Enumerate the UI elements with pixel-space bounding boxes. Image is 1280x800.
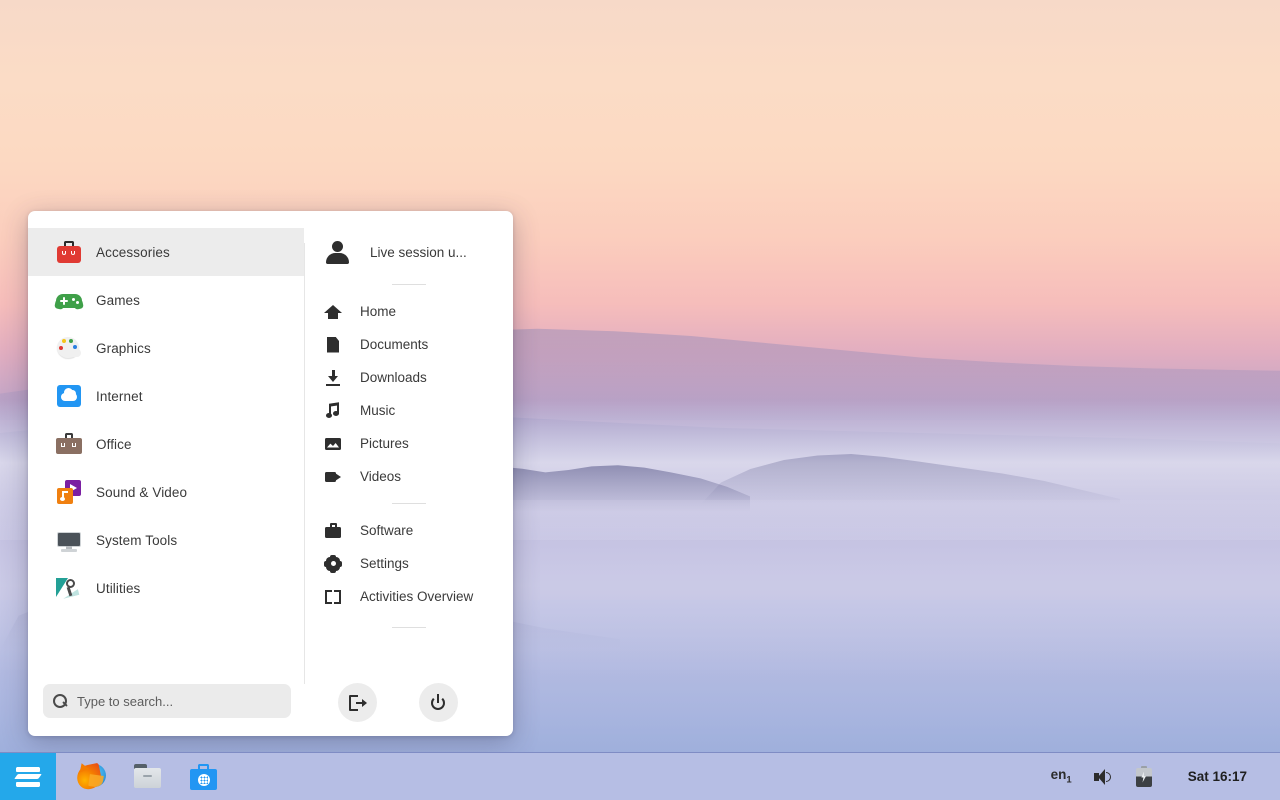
category-item-sound-and-video[interactable]: Sound & Video (28, 468, 304, 516)
system-item-software[interactable]: Software (305, 514, 513, 547)
category-item-internet[interactable]: Internet (28, 372, 304, 420)
zorin-logo-icon (13, 761, 43, 792)
taskbar: en1 Sat 16:17 (0, 752, 1280, 800)
search-placeholder: Type to search... (77, 693, 174, 709)
divider (392, 284, 426, 285)
user-avatar-icon (324, 239, 350, 265)
system-label: Activities Overview (360, 589, 474, 604)
launcher-software[interactable] (176, 753, 232, 800)
place-item-downloads[interactable]: Downloads (305, 361, 513, 394)
category-item-accessories[interactable]: Accessories (28, 228, 304, 276)
system-item-settings[interactable]: Settings (305, 547, 513, 580)
category-label: Internet (96, 388, 143, 404)
category-label: Sound & Video (96, 484, 188, 500)
keyboard-layout-indicator[interactable]: en1 (1040, 753, 1083, 800)
search-input[interactable]: Type to search... (43, 684, 291, 718)
briefcase-icon (56, 431, 82, 457)
category-label: Games (96, 292, 141, 308)
cloud-icon (56, 383, 82, 409)
system-label: Settings (360, 556, 409, 571)
search-icon (53, 693, 68, 709)
system-tray: en1 Sat 16:17 (1040, 753, 1280, 800)
keyboard-layout-label: en1 (1051, 767, 1072, 786)
place-label: Pictures (360, 436, 409, 451)
divider (392, 503, 426, 504)
toolbox-icon (56, 239, 82, 265)
activities-icon (324, 588, 342, 606)
launcher-area (56, 753, 232, 800)
document-icon (324, 336, 342, 354)
category-item-games[interactable]: Games (28, 276, 304, 324)
place-item-music[interactable]: Music (305, 394, 513, 427)
power-icon (430, 693, 448, 712)
user-session-item[interactable]: Live session u... (305, 230, 513, 274)
logout-icon (348, 694, 367, 712)
category-label: Graphics (96, 340, 151, 356)
briefcase-icon (324, 522, 342, 540)
volume-indicator[interactable] (1083, 753, 1125, 800)
place-item-documents[interactable]: Documents (305, 328, 513, 361)
home-icon (324, 303, 342, 321)
media-icon (56, 479, 82, 505)
palette-icon (56, 335, 82, 361)
place-item-videos[interactable]: Videos (305, 460, 513, 493)
zorin-menu-button[interactable] (0, 752, 56, 800)
keyboard-layout-code: en (1050, 767, 1067, 783)
wrench-flag-icon (56, 575, 82, 601)
gear-icon (324, 554, 342, 573)
keyboard-layout-index: 1 (1066, 774, 1072, 786)
place-label: Documents (360, 337, 429, 352)
category-label: Office (96, 436, 132, 452)
category-list: Accessories Games Graphics Internet Offi… (28, 228, 304, 612)
category-item-utilities[interactable]: Utilities (28, 564, 304, 612)
battery-charging-icon (1135, 765, 1152, 788)
clock-indicator[interactable]: Sat 16:17 (1163, 753, 1264, 800)
system-item-activities-overview[interactable]: Activities Overview (305, 580, 513, 613)
launcher-files[interactable] (120, 753, 176, 800)
video-camera-icon (324, 468, 342, 486)
battery-indicator[interactable] (1125, 753, 1163, 800)
category-label: Utilities (96, 580, 141, 596)
file-manager-icon (133, 763, 163, 790)
place-item-home[interactable]: Home (305, 295, 513, 328)
gamepad-icon (56, 287, 82, 313)
application-menu-panel[interactable]: Accessories Games Graphics Internet Offi… (28, 211, 513, 736)
category-label: System Tools (96, 532, 178, 548)
divider (392, 627, 426, 628)
category-item-system-tools[interactable]: System Tools (28, 516, 304, 564)
category-pane: Accessories Games Graphics Internet Offi… (28, 211, 304, 736)
monitor-icon (56, 527, 82, 553)
launcher-firefox[interactable] (64, 753, 120, 800)
category-label: Accessories (96, 244, 170, 260)
category-item-office[interactable]: Office (28, 420, 304, 468)
picture-icon (324, 435, 342, 453)
place-label: Downloads (360, 370, 427, 385)
search-area: Type to search... (28, 684, 304, 736)
volume-icon (1093, 768, 1114, 786)
power-button[interactable] (419, 683, 458, 722)
place-label: Home (360, 304, 397, 319)
logout-button[interactable] (338, 683, 377, 722)
places-pane: Live session u... Home Documents Downloa… (305, 211, 513, 736)
session-action-row (305, 683, 513, 722)
clock-label: Sat 16:17 (1187, 769, 1247, 784)
system-label: Software (360, 523, 414, 538)
place-item-pictures[interactable]: Pictures (305, 427, 513, 460)
place-label: Music (360, 403, 396, 418)
software-store-icon (189, 763, 219, 791)
firefox-icon (74, 761, 107, 792)
desktop[interactable]: Accessories Games Graphics Internet Offi… (0, 0, 1280, 800)
music-note-icon (324, 401, 342, 420)
download-icon (324, 369, 342, 387)
category-item-graphics[interactable]: Graphics (28, 324, 304, 372)
place-label: Videos (360, 469, 402, 484)
user-name-label: Live session u... (370, 244, 467, 260)
